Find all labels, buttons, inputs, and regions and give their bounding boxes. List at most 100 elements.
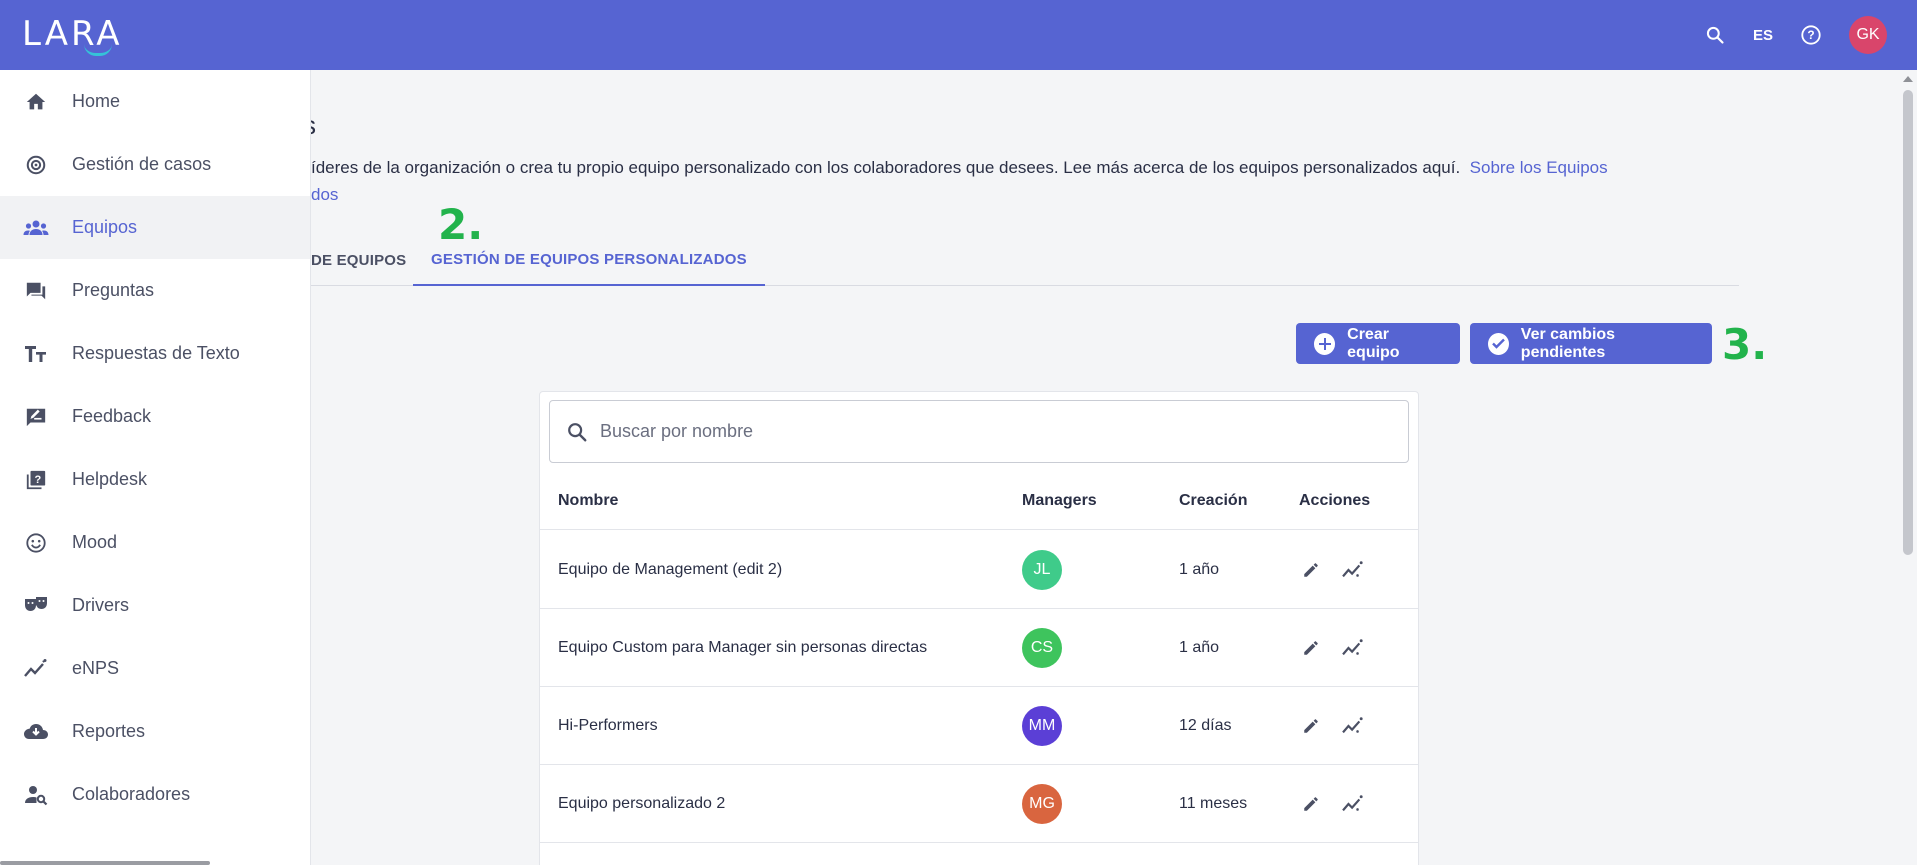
sidebar-item-text-answers[interactable]: Respuestas de Texto (0, 322, 310, 385)
create-team-button[interactable]: Crear equipo (1296, 323, 1460, 364)
language-selector[interactable]: ES (1753, 27, 1773, 44)
sidebar-item-reports[interactable]: Reportes (0, 700, 310, 763)
manager-avatar[interactable]: MM (1022, 706, 1062, 746)
create-team-label: Crear equipo (1347, 325, 1400, 361)
svg-text:?: ? (34, 473, 41, 485)
sidebar-item-teams[interactable]: Equipos (0, 196, 310, 259)
check-circle-icon (1488, 332, 1509, 355)
sidebar-item-feedback[interactable]: Feedback (0, 385, 310, 448)
created-date: 1 año (1179, 561, 1220, 578)
sidebar-item-collaborators[interactable]: Colaboradores (0, 763, 310, 826)
table-header: Nombre Managers Creación Acciones (540, 471, 1418, 530)
sidebar-item-label: Gestión de casos (72, 154, 212, 174)
sidebar-item-questions[interactable]: Preguntas (0, 259, 310, 322)
search-box (549, 400, 1409, 463)
sidebar-item-mood[interactable]: Mood (0, 511, 310, 574)
table-row: Equipo personalizado 2 MG 11 meses (540, 765, 1418, 843)
team-name: Equipo de Management (edit 2) (558, 561, 783, 578)
sidebar-item-home[interactable]: Home (0, 70, 310, 133)
search-input[interactable] (600, 421, 1360, 442)
analytics-icon[interactable] (1341, 558, 1365, 582)
table-row: Hi-Performers MM 12 días (540, 687, 1418, 765)
sidebar-item-label: Respuestas de Texto (72, 343, 240, 363)
view-pending-changes-label: Ver cambios pendientes (1520, 325, 1616, 361)
table-row: Equipo Custom para Manager sin personas … (540, 609, 1418, 687)
description-text: íderes de la organización o crea tu prop… (311, 158, 1461, 177)
scrollbar-thumb[interactable] (1903, 90, 1913, 555)
table-row: Equipo de Management (edit 2) JL 1 año (540, 531, 1418, 609)
page-description: íderes de la organización o crea tu prop… (311, 154, 1711, 208)
top-actions: ES ? GK (1703, 0, 1887, 70)
actions-cell (1299, 765, 1365, 843)
sidebar-item-case-management[interactable]: Gestión de casos (0, 133, 310, 196)
sidebar-item-label: Preguntas (72, 280, 155, 300)
teams-table-card: Nombre Managers Creación Acciones Equipo… (539, 391, 1419, 865)
text-size-icon (0, 343, 72, 365)
sidebar-item-label: Feedback (72, 406, 152, 426)
sidebar-item-label: Helpdesk (72, 469, 148, 489)
column-header-managers[interactable]: Managers (1022, 471, 1097, 530)
sidebar-item-label: Mood (72, 532, 118, 552)
manager-cell: CS (1022, 609, 1062, 687)
feedback-icon (0, 406, 72, 428)
edit-icon[interactable] (1299, 636, 1323, 660)
sidebar-item-label: Home (72, 91, 121, 111)
edit-icon[interactable] (1299, 558, 1323, 582)
column-header-actions: Acciones (1299, 491, 1371, 509)
actions-cell (1299, 609, 1365, 687)
actions-cell (1299, 687, 1365, 765)
manager-cell: JL (1022, 531, 1062, 609)
sidebar-item-label: Colaboradores (72, 784, 191, 804)
manager-avatar[interactable]: JL (1022, 550, 1062, 590)
plus-circle-icon (1314, 332, 1336, 355)
manager-avatar[interactable]: MG (1022, 784, 1062, 824)
user-avatar[interactable]: GK (1849, 16, 1887, 54)
target-icon (0, 154, 72, 176)
logo-smile (84, 44, 112, 56)
page-scrollbar[interactable] (1898, 70, 1917, 865)
tab-teams[interactable]: DE EQUIPOS (311, 234, 406, 286)
column-header-created[interactable]: Creación (1179, 471, 1247, 530)
scroll-up-arrow-icon[interactable] (1903, 76, 1913, 82)
top-bar: LARA ES ? GK (0, 0, 1917, 70)
created-date: 11 meses (1179, 795, 1248, 812)
masks-icon (0, 595, 72, 617)
edit-icon[interactable] (1299, 792, 1323, 816)
tab-custom-teams[interactable]: GESTIÓN DE EQUIPOS PERSONALIZADOS (413, 234, 765, 286)
cloud-download-icon (0, 721, 72, 743)
sidebar-scrollbar[interactable] (0, 861, 210, 865)
created-date: 1 año (1179, 639, 1220, 656)
analytics-icon[interactable] (1341, 714, 1365, 738)
manager-cell: MG (1022, 765, 1062, 843)
sidebar-item-helpdesk[interactable]: ? Helpdesk (0, 448, 310, 511)
column-header-name[interactable]: Nombre (558, 471, 618, 530)
people-icon (0, 217, 72, 239)
help-icon[interactable]: ? (1799, 23, 1823, 47)
edit-icon[interactable] (1299, 714, 1323, 738)
view-pending-changes-button[interactable]: Ver cambios pendientes (1470, 323, 1712, 364)
search-icon (566, 421, 588, 443)
analytics-icon[interactable] (1341, 636, 1365, 660)
person-search-icon (0, 784, 72, 806)
sidebar-item-label: Equipos (72, 217, 138, 237)
analytics-icon[interactable] (1341, 792, 1365, 816)
chat-icon (0, 280, 72, 302)
help-book-icon: ? (0, 469, 72, 491)
team-name: Equipo personalizado 2 (558, 795, 726, 812)
sidebar-item-drivers[interactable]: Drivers (0, 574, 310, 637)
about-teams-link[interactable]: Sobre los Equipos (1470, 158, 1608, 177)
home-icon (0, 91, 72, 113)
sidebar-item-label: Reportes (72, 721, 146, 741)
created-date: 12 días (1179, 717, 1232, 734)
trend-icon (0, 658, 72, 680)
tabs: DE EQUIPOS GESTIÓN DE EQUIPOS PERSONALIZ… (311, 234, 1739, 286)
search-icon[interactable] (1703, 23, 1727, 47)
sidebar-item-label: Drivers (72, 595, 129, 615)
about-teams-link-cont[interactable]: dos (311, 185, 338, 204)
smile-icon (0, 532, 72, 554)
team-name: Equipo Custom para Manager sin personas … (558, 639, 928, 656)
actions-cell (1299, 531, 1365, 609)
team-name: Hi-Performers (558, 717, 658, 734)
manager-avatar[interactable]: CS (1022, 628, 1062, 668)
sidebar-item-enps[interactable]: eNPS (0, 637, 310, 700)
